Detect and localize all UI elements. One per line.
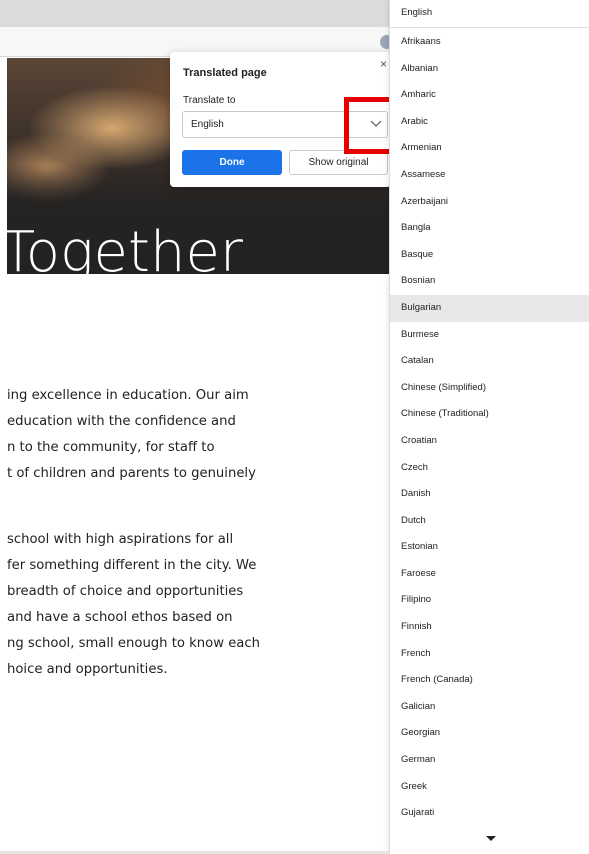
paragraph-line: and have a school ethos based on bbox=[7, 610, 233, 625]
language-option[interactable]: Catalan bbox=[390, 348, 589, 375]
paragraph-line: ng school, small enough to know each bbox=[7, 636, 260, 651]
caret-down-icon[interactable] bbox=[486, 836, 496, 841]
language-option[interactable]: Amharic bbox=[390, 82, 589, 109]
paragraph-line: education with the confidence and bbox=[7, 414, 236, 429]
popup-title: Translated page bbox=[183, 67, 267, 79]
language-option[interactable]: Estonian bbox=[390, 534, 589, 561]
language-option[interactable]: Bulgarian bbox=[390, 294, 589, 322]
hero-title: Together bbox=[7, 220, 243, 274]
language-option[interactable]: Assamese bbox=[390, 162, 589, 189]
paragraph-line: t of children and parents to genuinely bbox=[7, 466, 256, 481]
language-option[interactable]: Faroese bbox=[390, 561, 589, 588]
close-icon[interactable]: × bbox=[380, 57, 387, 71]
language-option[interactable]: Czech bbox=[390, 455, 589, 482]
language-option[interactable]: Albanian bbox=[390, 56, 589, 83]
browser-tab-strip bbox=[0, 0, 389, 27]
language-option[interactable]: German bbox=[390, 747, 589, 774]
language-option[interactable]: Bangla bbox=[390, 215, 589, 242]
paragraph-line: hoice and opportunities. bbox=[7, 662, 168, 677]
language-option[interactable]: Bosnian bbox=[390, 268, 589, 295]
language-option[interactable]: Gujarati bbox=[390, 800, 589, 827]
language-option[interactable]: Georgian bbox=[390, 720, 589, 747]
current-language-label: English bbox=[401, 7, 433, 18]
current-language[interactable]: English bbox=[390, 0, 589, 28]
language-option[interactable]: Danish bbox=[390, 481, 589, 508]
selected-language: English bbox=[191, 119, 224, 130]
done-button[interactable]: Done bbox=[182, 150, 282, 175]
translate-to-label: Translate to bbox=[183, 95, 236, 106]
language-option[interactable]: Greek bbox=[390, 774, 589, 801]
language-option[interactable]: French (Canada) bbox=[390, 667, 589, 694]
paragraph-line: ing excellence in education. Our aim bbox=[7, 388, 249, 403]
language-option[interactable]: Azerbaijani bbox=[390, 189, 589, 216]
second-paragraph: school with high aspirations for all fer… bbox=[7, 527, 387, 683]
language-option[interactable]: Basque bbox=[390, 242, 589, 269]
language-option[interactable]: Chinese (Simplified) bbox=[390, 375, 589, 402]
language-dropdown[interactable]: English Afrikaans Albanian Amharic Arabic Ar… bbox=[389, 0, 589, 854]
paragraph-line: n to the community, for staff to bbox=[7, 440, 215, 455]
paragraph-line: school with high aspirations for all bbox=[7, 532, 234, 547]
language-option[interactable]: Afrikaans bbox=[390, 29, 589, 56]
language-list: Afrikaans Albanian Amharic Arabic Armenian As… bbox=[390, 29, 589, 827]
language-option[interactable]: Finnish bbox=[390, 614, 589, 641]
language-option[interactable]: French bbox=[390, 641, 589, 668]
language-option[interactable]: Arabic bbox=[390, 109, 589, 136]
language-option[interactable]: Croatian bbox=[390, 428, 589, 455]
language-option[interactable]: Galician bbox=[390, 694, 589, 721]
intro-paragraph: ing excellence in education. Our aim edu… bbox=[7, 383, 387, 487]
language-option[interactable]: Dutch bbox=[390, 508, 589, 535]
language-option[interactable]: Burmese bbox=[390, 322, 589, 349]
paragraph-line: breadth of choice and opportunities bbox=[7, 584, 244, 599]
language-option[interactable]: Armenian bbox=[390, 135, 589, 162]
paragraph-line: fer something different in the city. We bbox=[7, 558, 257, 573]
language-option[interactable]: Filipino bbox=[390, 587, 589, 614]
language-option[interactable]: Chinese (Traditional) bbox=[390, 401, 589, 428]
